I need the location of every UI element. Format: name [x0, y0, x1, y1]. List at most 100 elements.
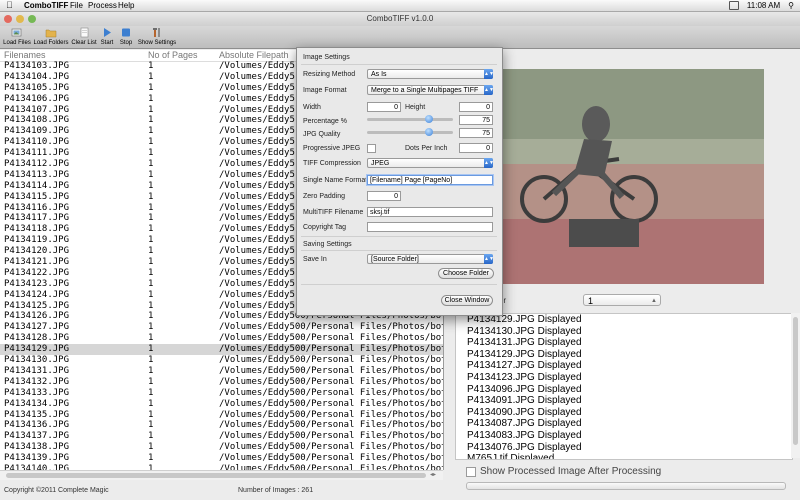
progressive-jpeg-checkbox[interactable]: [367, 144, 376, 153]
table-row[interactable]: P4134139.JPG 1/Volumes/Eddy500/Personal F…: [0, 453, 443, 464]
height-field[interactable]: 0: [459, 102, 493, 112]
cell-filename: P4134136.JPG: [4, 420, 70, 431]
minimize-window-icon[interactable]: [16, 15, 24, 23]
cell-pages: 1: [148, 431, 154, 442]
table-row[interactable]: P4134136.JPG 1/Volumes/Eddy500/Personal F…: [0, 420, 443, 431]
cell-pages: 1: [148, 442, 154, 453]
cell-filename: P4134105.JPG: [4, 82, 70, 93]
cell-pages: 1: [148, 278, 154, 289]
table-row[interactable]: P4134138.JPG 1/Volumes/Eddy500/Personal F…: [0, 442, 443, 453]
column-header-filepath[interactable]: Absolute Filepath: [219, 50, 289, 61]
cell-pages: 1: [148, 420, 154, 431]
resizing-method-label: Resizing Method: [303, 71, 356, 78]
cell-filename: P4134135.JPG: [4, 409, 70, 420]
menu-help[interactable]: Help: [118, 0, 134, 11]
tiff-compression-select[interactable]: JPEG ▲▼: [367, 158, 494, 168]
scrollbar-thumb[interactable]: [6, 473, 426, 478]
cell-filename: P4134113.JPG: [4, 169, 70, 180]
show-processed-checkbox[interactable]: Show Processed Image After Processing: [466, 466, 661, 477]
percentage-slider[interactable]: [367, 115, 453, 123]
table-row[interactable]: P4134132.JPG 1/Volumes/Eddy500/Personal F…: [0, 377, 443, 388]
page-selector[interactable]: 1 ▲: [583, 294, 661, 306]
cell-pages: 1: [148, 344, 154, 355]
log-line: P4134123.JPG Displayed: [467, 371, 582, 383]
progressive-jpeg-label: Progressive JPEG: [303, 145, 361, 152]
table-row[interactable]: P4134133.JPG 1/Volumes/Eddy500/Personal F…: [0, 388, 443, 399]
jpg-quality-field[interactable]: 75: [459, 128, 493, 138]
cell-filepath: /Volumes/Eddy5: [219, 300, 295, 311]
show-settings-button[interactable]: Show Settings: [137, 26, 177, 48]
log-vertical-scrollbar[interactable]: [791, 313, 800, 458]
close-window-icon[interactable]: [4, 15, 12, 23]
processing-log[interactable]: P4134129.JPG Displayed P4134130.JPG Displ…: [455, 313, 793, 460]
copyright-tag-field[interactable]: [367, 222, 493, 232]
table-row[interactable]: P4134128.JPG 1/Volumes/Eddy500/Personal F…: [0, 333, 443, 344]
table-row[interactable]: P4134129.JPG 1/Volumes/Eddy500/Personal F…: [0, 344, 443, 356]
clear-list-button[interactable]: Clear List: [71, 26, 97, 48]
load-files-button[interactable]: Load Files: [3, 26, 31, 48]
play-icon: [104, 28, 111, 37]
cell-filename: P4134117.JPG: [4, 213, 70, 224]
checkbox-box[interactable]: [466, 466, 476, 477]
cell-filename: P4134103.JPG: [4, 61, 70, 71]
start-button[interactable]: Start: [99, 26, 115, 48]
dots-per-inch-field[interactable]: 0: [459, 143, 493, 153]
table-row[interactable]: P4134127.JPG 1/Volumes/Eddy500/Personal F…: [0, 322, 443, 333]
zoom-window-icon[interactable]: [28, 15, 36, 23]
slider-knob[interactable]: [425, 128, 433, 136]
divider: [301, 284, 497, 285]
percentage-field[interactable]: 75: [459, 115, 493, 125]
column-header-pages[interactable]: No of Pages: [148, 50, 198, 61]
apple-icon[interactable]: : [6, 0, 13, 11]
table-horizontal-scrollbar[interactable]: [0, 470, 443, 480]
table-row[interactable]: P4134131.JPG 1/Volumes/Eddy500/Personal F…: [0, 366, 443, 377]
menu-clock[interactable]: 11:08 AM: [747, 0, 780, 11]
table-row[interactable]: P4134130.JPG 1/Volumes/Eddy500/Personal F…: [0, 355, 443, 366]
cell-pages: 1: [148, 300, 154, 311]
resizing-method-select[interactable]: As Is ▲▼: [367, 69, 494, 79]
menu-app-name[interactable]: ComboTIFF: [24, 0, 68, 11]
cell-pages: 1: [148, 93, 154, 104]
image-format-select[interactable]: Merge to a Single Multipages TIFF ▲▼: [367, 85, 494, 95]
cell-filepath: /Volumes/Eddy500/Personal Files/Photos/b…: [219, 431, 444, 442]
document-icon: [80, 27, 89, 38]
load-folders-button[interactable]: Load Folders: [33, 26, 69, 48]
cell-pages: 1: [148, 235, 154, 246]
single-name-format-field[interactable]: [Filename] Page [PageNo]: [367, 175, 493, 185]
table-row[interactable]: P4134134.JPG 1/Volumes/Eddy500/Personal F…: [0, 399, 443, 410]
cell-filepath: /Volumes/Eddy500/Personal Files/Photos/b…: [219, 355, 444, 366]
table-row[interactable]: P4134137.JPG 1/Volumes/Eddy500/Personal F…: [0, 431, 443, 442]
close-window-button[interactable]: Close Window: [441, 295, 493, 306]
save-in-select[interactable]: [Source Folder] ▲▼: [367, 254, 494, 264]
popup-arrow-icon: ▲▼: [484, 69, 494, 79]
cell-filepath: /Volumes/Eddy500/Personal Files/Photos/b…: [219, 376, 444, 387]
scrollbar-thumb[interactable]: [793, 317, 798, 445]
slider-knob[interactable]: [425, 115, 433, 123]
progress-bar: [466, 482, 786, 490]
cell-pages: 1: [148, 409, 154, 420]
split-handle-icon[interactable]: ◂▸: [430, 471, 436, 478]
battery-icon[interactable]: [728, 1, 739, 10]
menu-file[interactable]: File: [70, 0, 83, 11]
cell-filepath: /Volumes/Eddy5: [219, 93, 295, 104]
multitiff-filename-field[interactable]: sksj.tif: [367, 207, 493, 217]
spotlight-icon[interactable]: ⚲: [788, 0, 794, 11]
stop-button[interactable]: Stop: [118, 26, 134, 48]
choose-folder-button[interactable]: Choose Folder: [438, 268, 494, 279]
log-line: P4134127.JPG Displayed: [467, 360, 582, 372]
cell-filepath: /Volumes/Eddy500/Personal Files/Photos/b…: [219, 409, 444, 420]
column-header-filenames[interactable]: Filenames: [4, 50, 46, 61]
jpg-quality-slider[interactable]: [367, 128, 453, 136]
cell-filepath: /Volumes/Eddy500/Personal Files/Photos/b…: [219, 387, 444, 398]
table-row[interactable]: P4134135.JPG 1/Volumes/Eddy500/Personal F…: [0, 410, 443, 421]
cell-pages: 1: [148, 267, 154, 278]
cell-filename: P4134128.JPG: [4, 333, 70, 344]
cell-pages: 1: [148, 224, 154, 235]
width-field[interactable]: 0: [367, 102, 401, 112]
cell-pages: 1: [148, 355, 154, 366]
cell-pages: 1: [148, 322, 154, 333]
clear-list-label: Clear List: [71, 40, 97, 46]
zero-padding-field[interactable]: 0: [367, 191, 401, 201]
menu-process[interactable]: Process: [88, 0, 117, 11]
window-title: ComboTIFF v1.0.0: [366, 14, 434, 23]
